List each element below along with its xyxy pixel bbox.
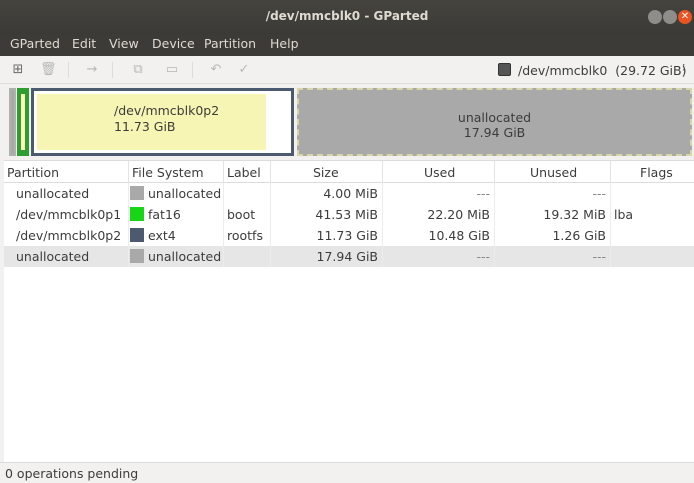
toolbar-separator	[192, 62, 193, 78]
copy-icon[interactable]: ⧉	[130, 62, 146, 78]
table-row[interactable]: /dev/mmcblk0p1 fat16 boot 41.53 MiB 22.2…	[4, 204, 694, 225]
cell-used: ---	[476, 186, 490, 201]
device-size: (29.72 GiB)	[615, 63, 687, 78]
disk-icon	[498, 63, 511, 76]
window-title: /dev/mmcblk0 - GParted	[265, 9, 429, 23]
toolbar-separator	[68, 62, 69, 78]
diskmap-partition-p2[interactable]: /dev/mmcblk0p2 11.73 GiB	[31, 88, 294, 156]
cell-label: rootfs	[227, 228, 263, 243]
diskmap-unallocated-large[interactable]: unallocated 17.94 GiB	[297, 88, 692, 156]
diskmap-p2-size: 11.73 GiB	[114, 119, 176, 134]
diskmap-unalloc-size: 17.94 GiB	[463, 125, 526, 140]
fs-color-swatch	[130, 228, 144, 242]
chevron-updown-icon: ⁝	[682, 61, 686, 74]
table-row[interactable]: unallocated unallocated 4.00 MiB --- ---	[4, 183, 694, 204]
fs-color-swatch	[130, 207, 144, 221]
menu-partition[interactable]: Partition	[204, 36, 256, 51]
device-name: /dev/mmcblk0	[518, 63, 608, 78]
cell-partition: unallocated	[16, 186, 90, 201]
toolbar-separator	[112, 62, 113, 78]
cell-flags: lba	[614, 207, 634, 222]
status-text: 0 operations pending	[5, 466, 139, 481]
cell-filesystem: unallocated	[148, 186, 222, 201]
paste-icon[interactable]: ▭	[164, 62, 180, 78]
cell-partition: unallocated	[16, 249, 90, 264]
col-size[interactable]: Size	[313, 165, 339, 180]
col-partition[interactable]: Partition	[7, 165, 59, 180]
close-icon: ✕	[680, 11, 690, 22]
cell-unused: ---	[592, 249, 606, 264]
col-label[interactable]: Label	[227, 165, 261, 180]
cell-unused: 1.26 GiB	[552, 228, 606, 243]
fs-color-swatch	[130, 249, 144, 263]
menu-bar: GParted Edit View Device Partition Help	[0, 34, 694, 56]
cell-used: 10.48 GiB	[428, 228, 491, 243]
diskmap-unallocated-small[interactable]	[9, 88, 16, 156]
partition-table: Partition File System Label Size Used Un…	[4, 160, 694, 462]
cell-size: 41.53 MiB	[315, 207, 378, 222]
menu-device[interactable]: Device	[152, 36, 195, 51]
table-row[interactable]: /dev/mmcblk0p2 ext4 rootfs 11.73 GiB 10.…	[4, 225, 694, 246]
toolbar: ⊞ 🗑 → ⧉ ▭ ↶ ✓ /dev/mmcblk0 (29.72 GiB) ⁝	[0, 56, 694, 84]
col-filesystem[interactable]: File System	[132, 165, 204, 180]
title-bar: /dev/mmcblk0 - GParted ✕	[0, 0, 694, 34]
cell-filesystem: unallocated	[148, 249, 222, 264]
status-bar: 0 operations pending	[0, 462, 694, 483]
table-header: Partition File System Label Size Used Un…	[4, 161, 694, 183]
menu-help[interactable]: Help	[270, 36, 299, 51]
diskmap-unalloc-name: unallocated	[457, 110, 532, 125]
undo-icon[interactable]: ↶	[208, 62, 224, 78]
cell-partition: /dev/mmcblk0p2	[16, 228, 122, 243]
resize-move-icon[interactable]: →	[84, 62, 100, 78]
diskmap-partition-p1[interactable]	[17, 88, 29, 156]
apply-icon[interactable]: ✓	[236, 62, 252, 78]
menu-view[interactable]: View	[109, 36, 139, 51]
menu-edit[interactable]: Edit	[72, 36, 96, 51]
cell-label: boot	[227, 207, 256, 222]
minimize-button[interactable]	[648, 10, 662, 24]
col-unused[interactable]: Unused	[530, 165, 577, 180]
cell-size: 17.94 GiB	[316, 249, 379, 264]
maximize-button[interactable]	[663, 10, 677, 24]
cell-unused: 19.32 MiB	[543, 207, 606, 222]
table-row-selected[interactable]: unallocated unallocated 17.94 GiB --- --…	[4, 246, 694, 267]
cell-used: 22.20 MiB	[427, 207, 490, 222]
cell-unused: ---	[592, 186, 606, 201]
cell-used: ---	[476, 249, 490, 264]
close-button[interactable]: ✕	[678, 10, 692, 24]
fs-color-swatch	[130, 186, 144, 200]
device-selector[interactable]: /dev/mmcblk0 (29.72 GiB) ⁝	[492, 60, 692, 82]
cell-filesystem: ext4	[148, 228, 176, 243]
diskmap-p2-name: /dev/mmcblk0p2	[114, 103, 220, 118]
col-flags[interactable]: Flags	[640, 165, 673, 180]
diskmap-p1-usage	[21, 94, 25, 150]
delete-icon[interactable]: 🗑	[40, 62, 57, 78]
new-partition-icon[interactable]: ⊞	[10, 62, 26, 78]
cell-size: 11.73 GiB	[316, 228, 379, 243]
cell-partition: /dev/mmcblk0p1	[16, 207, 122, 222]
cell-size: 4.00 MiB	[323, 186, 378, 201]
menu-gparted[interactable]: GParted	[10, 36, 60, 51]
cell-filesystem: fat16	[148, 207, 181, 222]
disk-map: /dev/mmcblk0p2 11.73 GiB unallocated 17.…	[0, 84, 694, 160]
col-used[interactable]: Used	[424, 165, 455, 180]
